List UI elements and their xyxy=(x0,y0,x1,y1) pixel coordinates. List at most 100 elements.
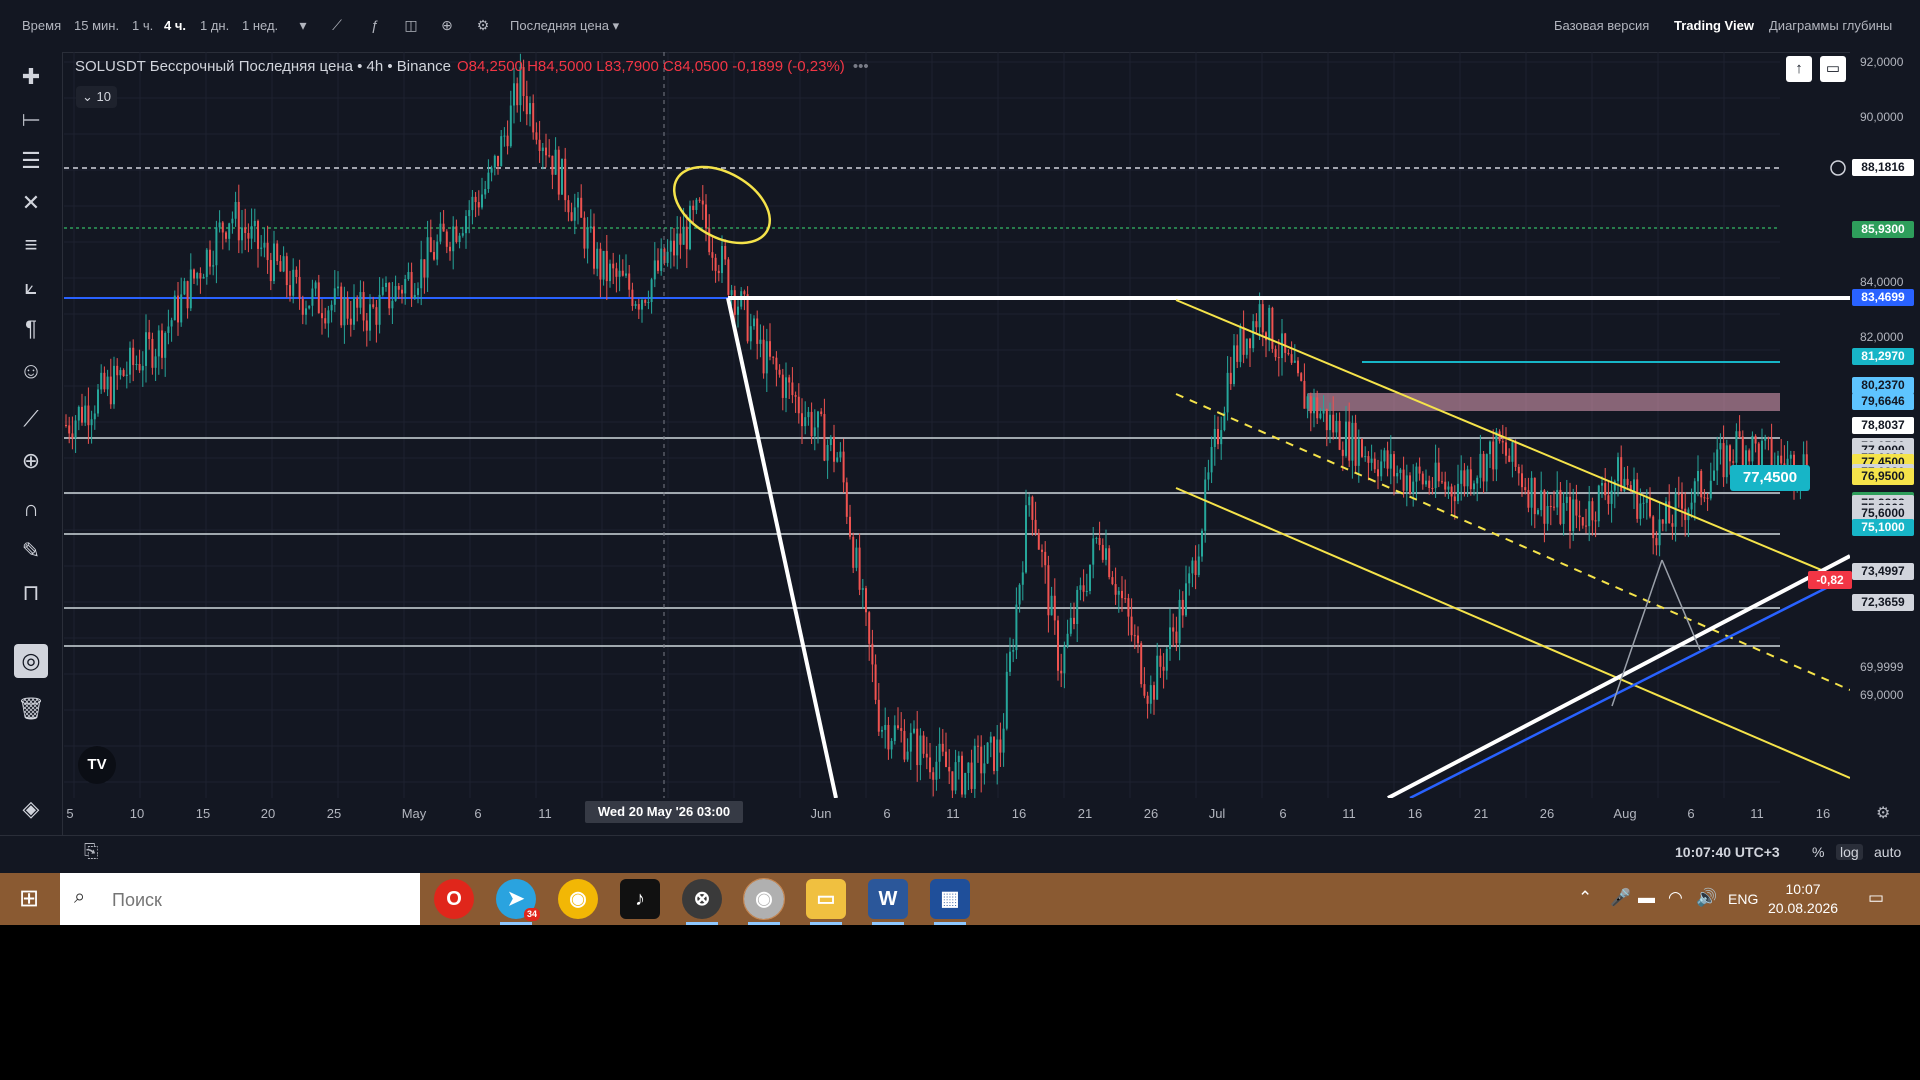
candle-body xyxy=(516,83,519,106)
volume-icon[interactable]: 🔊 xyxy=(1696,888,1717,908)
candle-body xyxy=(660,248,663,271)
interval-4h[interactable]: 4 ч. xyxy=(164,18,186,33)
taskbar-clock[interactable]: 10:07 20.08.2026 xyxy=(1768,880,1838,918)
opera-icon[interactable]: O xyxy=(434,879,474,919)
interval-1w[interactable]: 1 нед. xyxy=(242,18,278,33)
search-input[interactable] xyxy=(110,887,404,913)
candle-body xyxy=(1204,479,1207,531)
price-label: 69,9999 xyxy=(1860,660,1904,674)
fib-tool-icon[interactable]: ☰ xyxy=(14,144,48,178)
candle-body xyxy=(669,240,672,252)
price-label: 82,0000 xyxy=(1860,330,1904,344)
hide-drawings-icon[interactable]: ◎ xyxy=(14,644,48,678)
candle-body xyxy=(637,304,640,310)
candle-body xyxy=(701,200,704,205)
candle-body xyxy=(1341,449,1344,456)
candle-body xyxy=(1277,357,1280,359)
tab-depth-chart[interactable]: Диаграммы глубины xyxy=(1769,18,1892,33)
support-line-blue xyxy=(1409,574,1850,798)
windows-start-icon[interactable]: ⊞ xyxy=(0,873,58,925)
notification-icon[interactable]: ▭ xyxy=(1868,888,1884,908)
candle-body xyxy=(1553,506,1555,508)
candle-body xyxy=(500,136,503,167)
camera-icon[interactable]: ◫ xyxy=(402,16,420,34)
drawings-layer xyxy=(663,52,1850,798)
chevron-down-icon[interactable]: ▾ xyxy=(294,16,312,34)
interval-1d[interactable]: 1 дн. xyxy=(200,18,229,33)
candle-body xyxy=(1261,304,1264,333)
tab-basic-version[interactable]: Базовая версия xyxy=(1554,18,1649,33)
indicators-icon[interactable]: ƒ xyxy=(366,16,384,34)
axis-settings-icon[interactable]: ⚙ xyxy=(1876,803,1890,823)
date-range-icon[interactable]: ⎘ xyxy=(84,841,98,862)
app-icon[interactable]: ⊗ xyxy=(682,879,722,925)
candle-body xyxy=(122,370,125,376)
auto-toggle[interactable]: auto xyxy=(1874,844,1901,860)
tab-trading-view[interactable]: Trading View xyxy=(1674,18,1754,33)
time-tick: 11 xyxy=(1750,806,1764,821)
candle-body xyxy=(1242,327,1245,355)
ruler-icon[interactable]: ⟋ xyxy=(14,402,48,436)
fullscreen-icon[interactable]: ▭ xyxy=(1820,56,1846,82)
tiktok-icon[interactable]: ♪ xyxy=(620,879,660,919)
candle-body xyxy=(413,294,416,299)
candle-body xyxy=(1140,643,1143,685)
symbol-title[interactable]: SOLUSDT Бессрочный Последняя цена • 4h •… xyxy=(75,58,451,75)
pattern-tool-icon[interactable]: ✕ xyxy=(14,186,48,220)
layers-icon[interactable]: ◈ xyxy=(14,792,48,826)
lock-icon[interactable]: ⊓ xyxy=(14,576,48,610)
candle-body xyxy=(1469,469,1472,490)
emoji-tool-icon[interactable]: ☺ xyxy=(14,354,48,388)
more-icon[interactable]: ••• xyxy=(853,58,869,75)
language-indicator[interactable]: ENG xyxy=(1728,891,1758,907)
chart-type-icon[interactable]: ⟋ xyxy=(328,16,346,34)
interval-15m[interactable]: 15 мин. xyxy=(74,18,119,33)
tradingview-logo[interactable]: TV xyxy=(78,746,116,784)
candle-body xyxy=(890,740,893,750)
candle-body xyxy=(1713,470,1715,481)
candle-body xyxy=(1015,604,1018,651)
candle-body xyxy=(71,433,74,438)
price-type-dropdown[interactable]: Последняя цена ▾ xyxy=(510,18,619,34)
indicators-toggle[interactable]: ⌄ 10 xyxy=(76,86,117,108)
zoom-icon[interactable]: ⊕ xyxy=(14,444,48,478)
candle-body xyxy=(973,745,976,789)
battery-icon[interactable]: ▬ xyxy=(1638,888,1655,908)
chevron-up-icon[interactable]: ⌃ xyxy=(1578,888,1592,908)
candle-body xyxy=(1706,497,1709,499)
text-tool-icon[interactable]: ¶ xyxy=(14,312,48,346)
chrome-icon[interactable]: ◉ xyxy=(558,879,598,919)
chrome-active-icon[interactable]: ◉ xyxy=(743,878,785,925)
candle-body xyxy=(1053,595,1056,621)
brush-tool-icon[interactable]: ⟀ xyxy=(14,270,48,304)
price-badge: 76,9500 xyxy=(1852,467,1914,485)
candle-body xyxy=(362,292,365,321)
file-explorer-icon[interactable]: ▭ xyxy=(806,879,846,925)
trendline-tool-icon[interactable]: ⟝ xyxy=(14,102,48,136)
word-icon[interactable]: W xyxy=(868,879,908,925)
telegram-icon[interactable]: ➤ 34 xyxy=(496,879,540,925)
crosshair-tool-icon[interactable]: ✚ xyxy=(14,60,48,94)
candle-body xyxy=(1124,598,1127,600)
candle-body xyxy=(1146,695,1149,704)
time-tick: 16 xyxy=(1815,806,1831,821)
microphone-icon[interactable]: 🎤 xyxy=(1610,888,1631,908)
pencil-lock-icon[interactable]: ✎ xyxy=(14,534,48,568)
settings-icon[interactable]: ⚙ xyxy=(474,16,492,34)
time-tick: 16 xyxy=(1407,806,1423,821)
calculator-icon[interactable]: ▦ xyxy=(930,879,970,925)
wifi-icon[interactable]: ◠ xyxy=(1668,888,1683,908)
trash-icon[interactable]: 🗑 xyxy=(14,692,48,726)
candle-body xyxy=(791,382,794,396)
candle-body xyxy=(145,332,147,366)
price-badge: 75,1000 xyxy=(1852,518,1914,536)
magnet-icon[interactable]: ∩ xyxy=(14,492,48,526)
percent-toggle[interactable]: % xyxy=(1812,844,1824,860)
floating-price-label: 77,4500 xyxy=(1730,465,1810,491)
price-chart[interactable] xyxy=(64,52,1850,798)
interval-1h[interactable]: 1 ч. xyxy=(132,18,153,33)
arrow-up-icon[interactable]: ↑ xyxy=(1786,56,1812,82)
plus-circle-icon[interactable]: ⊕ xyxy=(438,16,456,34)
log-toggle[interactable]: log xyxy=(1836,844,1863,860)
projection-tool-icon[interactable]: ≡ xyxy=(14,228,48,262)
